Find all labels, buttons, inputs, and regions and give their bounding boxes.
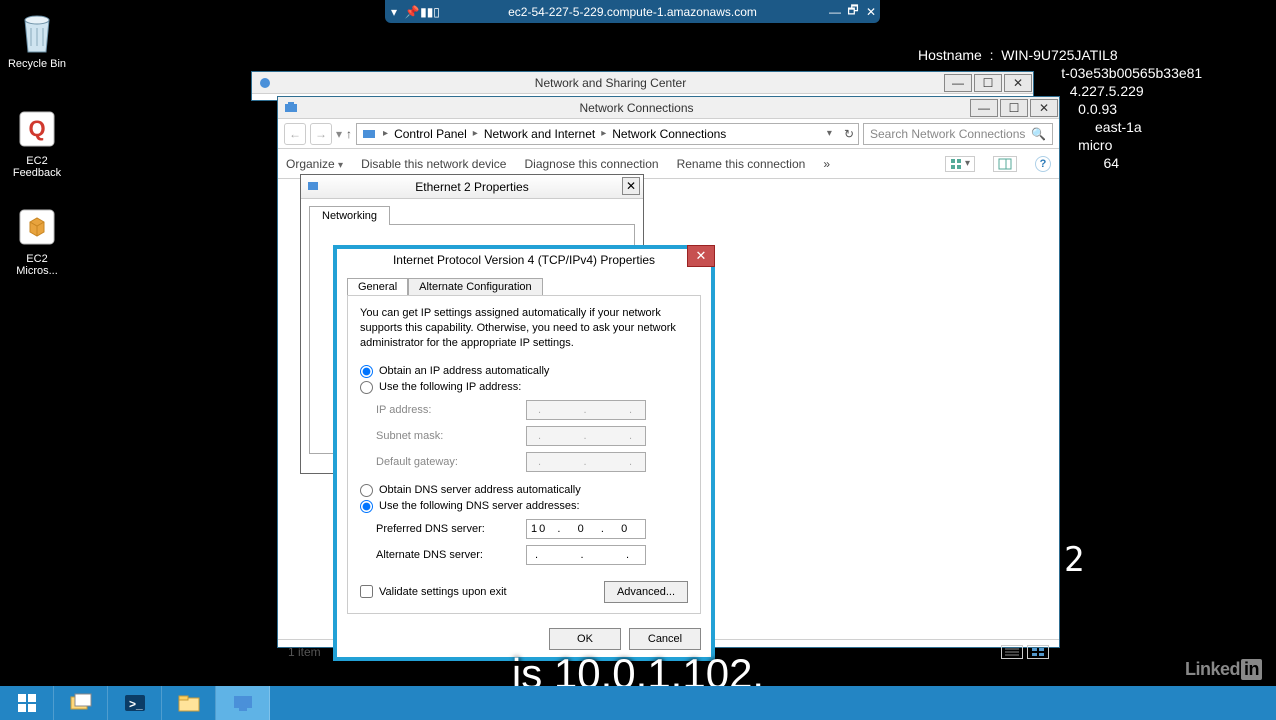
rdp-pin-icon[interactable]: 📌 [403,5,421,19]
input-default-gateway [526,452,646,472]
dialog-title: Internet Protocol Version 4 (TCP/IPv4) P… [393,253,655,267]
nav-forward-button[interactable]: → [310,123,332,145]
rdp-close-icon[interactable]: ✕ [862,5,880,19]
taskbar-explorer[interactable] [162,686,216,720]
radio-dns-auto[interactable] [360,484,373,497]
diagnose-connection-button[interactable]: Diagnose this connection [524,157,658,171]
nav-recent-dropdown[interactable]: ▾ [336,127,342,141]
taskbar-network-connections[interactable] [216,686,270,720]
nav-up-button[interactable]: ↑ [346,127,352,141]
search-icon: 🔍 [1031,127,1046,141]
checkbox-validate-exit[interactable] [360,585,373,598]
desktop-label: EC2 Micros... [0,253,74,277]
breadcrumb-item[interactable]: Control Panel [394,127,467,141]
desktop-label: Recycle Bin [0,58,74,70]
rdp-host-title: ec2-54-227-5-229.compute-1.amazonaws.com [439,5,826,19]
radio-ip-manual[interactable] [360,381,373,394]
checkbox-label: Validate settings upon exit [379,586,507,598]
help-button[interactable]: ? [1035,156,1051,172]
address-breadcrumb[interactable]: ▸ Control Panel ▸ Network and Internet ▸… [356,123,859,145]
close-button[interactable]: ✕ [1030,99,1058,117]
svg-text:Q: Q [28,116,45,141]
nav-back-button[interactable]: ← [284,123,306,145]
radio-ip-auto[interactable] [360,365,373,378]
input-alternate-dns[interactable] [526,545,646,565]
rdp-restore-icon[interactable]: 🗗 [844,5,862,19]
window-title: Network and Sharing Center [278,76,943,90]
advanced-button[interactable]: Advanced... [604,581,688,603]
desktop-ec2-microsoft[interactable]: EC2 Micros... [0,203,74,277]
close-button[interactable]: ✕ [687,245,715,267]
taskbar: >_ [0,686,1276,720]
label-alternate-dns: Alternate DNS server: [376,549,526,561]
breadcrumb-item[interactable]: Network and Internet [484,127,595,141]
rename-connection-button[interactable]: Rename this connection [677,157,806,171]
label-ip-address: IP address: [376,404,526,416]
radio-label: Obtain an IP address automatically [379,365,549,377]
preview-pane-button[interactable] [993,156,1017,172]
close-button[interactable]: ✕ [1004,74,1032,92]
tab-networking[interactable]: Networking [309,206,390,225]
disable-device-button[interactable]: Disable this network device [361,157,506,171]
view-options-button[interactable]: ▾ [945,156,975,172]
radio-label: Obtain DNS server address automatically [379,484,581,496]
dialog-title: Ethernet 2 Properties [415,180,528,194]
start-button[interactable] [0,686,54,720]
desktop-label: EC2 Feedback [0,155,74,179]
rdp-minimize-icon[interactable]: — [826,5,844,19]
description-text: You can get IP settings assigned automat… [360,306,688,351]
input-ip-address [526,400,646,420]
minimize-button[interactable]: — [944,74,972,92]
recycle-bin-icon [13,8,61,56]
rdp-connection-bar[interactable]: ▾ 📌 ▮▮▯ ec2-54-227-5-229.compute-1.amazo… [385,0,880,23]
breadcrumb-dropdown[interactable]: ▾ [827,128,832,139]
window-title: Network Connections [304,101,969,115]
maximize-button[interactable]: ☐ [974,74,1002,92]
linkedin-watermark: Linkedin [1185,659,1262,680]
desktop-recycle-bin[interactable]: Recycle Bin [0,8,74,70]
tab-alternate-config[interactable]: Alternate Configuration [408,278,543,295]
minimize-button[interactable]: — [970,99,998,117]
breadcrumb-item[interactable]: Network Connections [612,127,726,141]
taskbar-server-manager[interactable] [54,686,108,720]
more-commands-button[interactable]: » [823,157,830,171]
input-subnet-mask [526,426,646,446]
radio-label: Use the following DNS server addresses: [379,500,580,512]
ec2-feedback-icon: Q [13,105,61,153]
search-input[interactable]: Search Network Connections 🔍 [863,123,1053,145]
organize-menu[interactable]: Organize ▾ [286,157,343,171]
close-button[interactable]: ✕ [622,177,640,195]
adapter-icon [306,179,320,193]
label-default-gateway: Default gateway: [376,456,526,468]
address-bar: ← → ▾ ↑ ▸ Control Panel ▸ Network and In… [278,119,1059,149]
refresh-button[interactable]: ↻ [844,127,854,141]
radio-dns-manual[interactable] [360,500,373,513]
ec2-box-icon [13,203,61,251]
rdp-signal-icon: ▮▮▯ [421,5,439,19]
radio-label: Use the following IP address: [379,381,521,393]
input-preferred-dns[interactable] [526,519,646,539]
label-preferred-dns: Preferred DNS server: [376,523,526,535]
taskbar-powershell[interactable]: >_ [108,686,162,720]
label-subnet-mask: Subnet mask: [376,430,526,442]
svg-text:>_: >_ [129,697,143,711]
maximize-button[interactable]: ☐ [1000,99,1028,117]
cancel-button[interactable]: Cancel [629,628,701,650]
network-icon [361,126,377,142]
search-placeholder: Search Network Connections [870,127,1025,141]
rdp-dropdown-icon[interactable]: ▾ [385,5,403,19]
bg-number: 2 [1064,540,1084,580]
tab-general[interactable]: General [347,278,408,295]
dialog-ipv4-properties: Internet Protocol Version 4 (TCP/IPv4) P… [333,245,715,661]
desktop-ec2-feedback[interactable]: Q EC2 Feedback [0,105,74,179]
app-icon [252,76,278,90]
app-icon [278,101,304,115]
ok-button[interactable]: OK [549,628,621,650]
